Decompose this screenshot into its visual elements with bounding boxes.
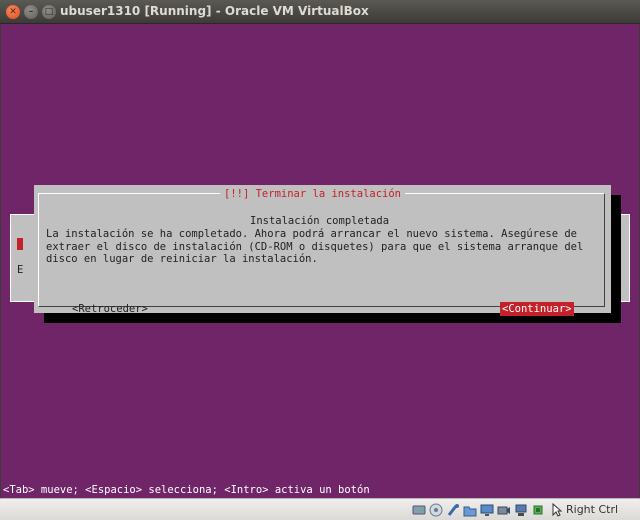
dialog-message-line: La instalación se ha completado. Ahora p…: [46, 228, 578, 240]
dialog-message-line: extraer el disco de instalación (CD-ROM …: [46, 240, 584, 253]
keyboard-help-line: <Tab> mueve; <Espacio> selecciona; <Intr…: [3, 484, 370, 496]
back-button[interactable]: <Retroceder>: [72, 303, 148, 316]
dialog-message-line: disco en lugar de reiniciar la instalaci…: [46, 253, 318, 266]
hard-disk-icon[interactable]: [412, 503, 426, 517]
usb-icon[interactable]: [446, 503, 460, 517]
dialog-subtitle: Instalación completada: [250, 215, 390, 227]
window-titlebar: ✕ – □ ubuser1310 [Running] - Oracle VM V…: [0, 0, 640, 24]
close-icon[interactable]: ✕: [6, 5, 20, 19]
host-key-label: Right Ctrl: [566, 503, 619, 516]
vm-statusbar: Right Ctrl: [0, 498, 640, 520]
dialog-message: La instalación se ha completado. Ahora p…: [46, 228, 598, 266]
background-dialog-marker: [17, 238, 23, 250]
display-icon[interactable]: [480, 503, 494, 517]
network-icon[interactable]: [514, 503, 528, 517]
window-title: ubuser1310 [Running] - Oracle VM Virtual…: [60, 4, 369, 18]
video-capture-icon[interactable]: [497, 503, 511, 517]
finish-install-dialog: [!!] Terminar la instalación Instalación…: [34, 185, 611, 316]
minimize-icon[interactable]: –: [24, 5, 38, 19]
background-dialog-text: E: [17, 264, 24, 276]
vm-screen[interactable]: E [!!] Terminar la instalación Instalaci…: [1, 24, 639, 498]
maximize-icon[interactable]: □: [42, 5, 56, 19]
continue-button[interactable]: <Continuar>: [500, 302, 574, 316]
mouse-integration-icon[interactable]: [549, 503, 563, 517]
optical-drive-icon[interactable]: [429, 503, 443, 517]
cpu-icon[interactable]: [531, 503, 545, 517]
shared-folders-icon[interactable]: [463, 503, 477, 517]
dialog-title: [!!] Terminar la instalación: [220, 188, 406, 200]
